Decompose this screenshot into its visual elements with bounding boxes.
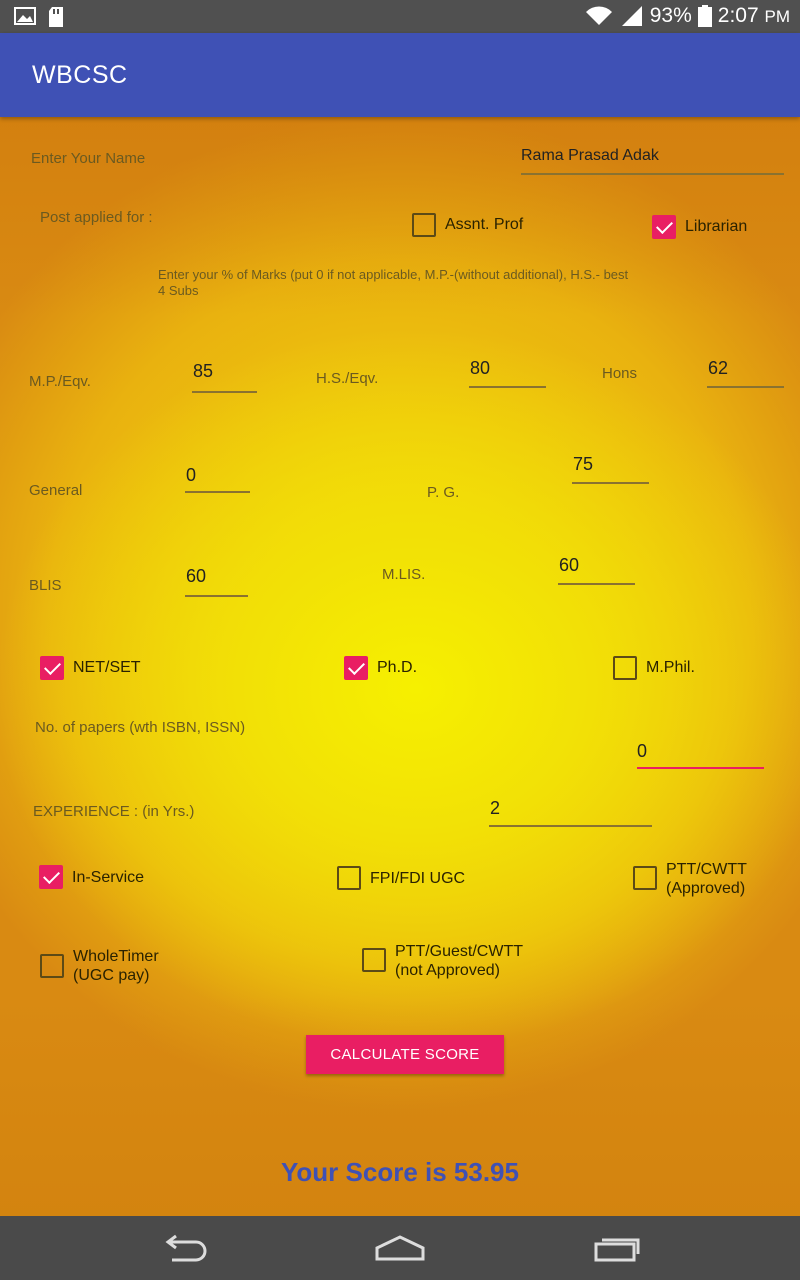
- mlis-field[interactable]: 60: [559, 555, 579, 576]
- hons-field[interactable]: 62: [708, 358, 728, 379]
- clock: 2:07 PM: [717, 4, 790, 27]
- back-icon[interactable]: [160, 1234, 208, 1262]
- net-set-checkbox[interactable]: [40, 656, 64, 680]
- navigation-bar: [0, 1216, 800, 1280]
- assnt-prof-checkbox[interactable]: [412, 213, 436, 237]
- sd-card-icon: [49, 7, 63, 27]
- mlis-underline: [558, 583, 635, 585]
- papers-underline: [637, 767, 764, 769]
- fpi-fdi-ugc-checkbox[interactable]: [337, 866, 361, 890]
- ptt-cwtt-approved-checkbox[interactable]: [633, 866, 657, 890]
- net-set-label: NET/SET: [73, 659, 141, 676]
- blis-label: BLIS: [29, 577, 62, 594]
- blis-field[interactable]: 60: [186, 566, 206, 587]
- name-label: Enter Your Name: [31, 150, 146, 167]
- pg-underline: [572, 482, 649, 484]
- mp-underline: [192, 391, 257, 393]
- librarian-checkbox[interactable]: [652, 215, 676, 239]
- hons-label: Hons: [602, 365, 638, 382]
- wholetimer-label: WholeTimer (UGC pay): [73, 948, 159, 984]
- hs-field[interactable]: 80: [470, 358, 490, 379]
- librarian-label: Librarian: [685, 218, 748, 235]
- pg-label: P. G.: [427, 484, 460, 501]
- papers-field[interactable]: 0: [637, 741, 647, 762]
- recents-icon[interactable]: [594, 1232, 642, 1262]
- mphil-label: M.Phil.: [646, 659, 695, 676]
- blis-underline: [185, 595, 248, 597]
- calculate-score-button[interactable]: CALCULATE SCORE: [306, 1035, 504, 1074]
- signal-icon: [621, 6, 642, 26]
- status-bar: 93% 2:07 PM: [0, 0, 800, 33]
- papers-label: No. of papers (wth ISBN, ISSN): [35, 719, 246, 736]
- name-field-underline: [521, 173, 784, 175]
- battery-icon: [697, 5, 712, 27]
- mp-field[interactable]: 85: [193, 361, 213, 382]
- experience-label: EXPERIENCE : (in Yrs.): [33, 803, 195, 820]
- fpi-fdi-ugc-label: FPI/FDI UGC: [370, 870, 466, 887]
- phd-label: Ph.D.: [377, 659, 418, 676]
- name-field[interactable]: Rama Prasad Adak: [521, 147, 659, 165]
- form-container: Enter Your Name Rama Prasad Adak Post ap…: [0, 117, 800, 1216]
- app-bar: WBCSC: [0, 33, 800, 117]
- general-field[interactable]: 0: [186, 465, 196, 486]
- app-title: WBCSC: [32, 61, 128, 89]
- post-label: Post applied for :: [40, 209, 153, 226]
- hons-underline: [707, 386, 784, 388]
- home-icon[interactable]: [374, 1234, 426, 1262]
- wholetimer-checkbox[interactable]: [40, 954, 64, 978]
- hs-label: H.S./Eqv.: [316, 370, 379, 387]
- general-label: General: [29, 482, 83, 499]
- hs-underline: [469, 386, 546, 388]
- in-service-checkbox[interactable]: [39, 865, 63, 889]
- ptt-guest-cwtt-checkbox[interactable]: [362, 948, 386, 972]
- mphil-checkbox[interactable]: [613, 656, 637, 680]
- assnt-prof-label: Assnt. Prof: [445, 216, 524, 233]
- wifi-icon: [585, 6, 612, 25]
- experience-underline: [489, 825, 652, 827]
- battery-percent: 93%: [649, 4, 692, 27]
- experience-field[interactable]: 2: [490, 798, 500, 819]
- score-result: Your Score is 53.95: [281, 1157, 519, 1187]
- ptt-cwtt-approved-label: PTT/CWTT (Approved): [666, 861, 747, 897]
- image-icon: [14, 7, 36, 25]
- mlis-label: M.LIS.: [382, 566, 426, 583]
- marks-hint: Enter your % of Marks (put 0 if not appl…: [158, 267, 629, 298]
- pg-field[interactable]: 75: [573, 454, 593, 475]
- mp-label: M.P./Eqv.: [29, 373, 91, 390]
- in-service-label: In-Service: [72, 869, 145, 886]
- phd-checkbox[interactable]: [344, 656, 368, 680]
- ptt-guest-cwtt-label: PTT/Guest/CWTT (not Approved): [395, 943, 523, 979]
- general-underline: [185, 491, 250, 493]
